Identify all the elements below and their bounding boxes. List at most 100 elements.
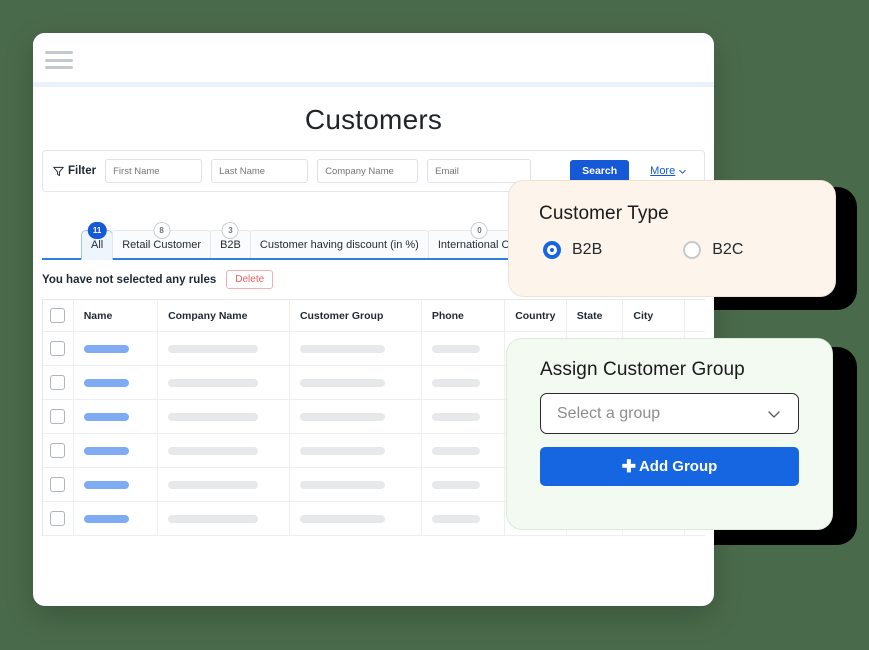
placeholder-bar: [83, 378, 129, 387]
placeholder-bar: [168, 412, 259, 421]
group-select-dropdown[interactable]: Select a group: [540, 393, 799, 434]
cell-customer-group: [290, 366, 422, 399]
first-name-input[interactable]: [105, 159, 203, 183]
email-input[interactable]: [427, 159, 532, 183]
cell-customer-group: [290, 502, 422, 535]
column-header-actions: [685, 300, 705, 331]
placeholder-bar: [299, 378, 385, 387]
cell-name: [74, 400, 159, 433]
cell-name: [74, 502, 159, 535]
filter-label: Filter: [53, 165, 96, 177]
column-header-customer-group[interactable]: Customer Group: [290, 300, 422, 331]
tab-customer-having-discount-label: Customer having discount (in %): [259, 238, 419, 251]
radio-b2b-indicator[interactable]: [543, 241, 561, 259]
row-checkbox[interactable]: [50, 409, 66, 424]
delete-button[interactable]: Delete: [226, 270, 274, 289]
tab-all[interactable]: 11 All: [81, 222, 114, 260]
rules-message: You have not selected any rules: [42, 273, 217, 286]
column-header-state[interactable]: State: [567, 300, 624, 331]
row-checkbox[interactable]: [50, 375, 66, 390]
cell-name: [74, 468, 159, 501]
plus-icon: ✚: [621, 457, 636, 476]
more-link-label: More: [650, 165, 676, 177]
page-title: Customers: [304, 104, 443, 135]
cell-customer-group: [290, 434, 422, 467]
cell-company-name: [158, 502, 290, 535]
tab-retail-customer-badge: 8: [153, 222, 171, 239]
cell-phone: [422, 468, 506, 501]
add-group-button-label: Add Group: [638, 458, 718, 475]
column-header-name[interactable]: Name: [74, 300, 159, 331]
radio-b2c-indicator[interactable]: [683, 241, 702, 259]
row-checkbox-cell: [43, 434, 74, 467]
tab-customer-having-discount[interactable]: Customer having discount (in %): [249, 230, 429, 258]
placeholder-bar: [168, 446, 259, 455]
row-checkbox-cell: [43, 468, 74, 501]
column-header-phone[interactable]: Phone: [422, 300, 506, 331]
placeholder-bar: [431, 344, 480, 353]
placeholder-bar: [431, 378, 480, 387]
tab-retail-customer-label: Retail Customer: [122, 238, 202, 251]
placeholder-bar: [299, 412, 385, 421]
tab-b2b-badge: 3: [221, 222, 239, 239]
cell-company-name: [158, 434, 290, 467]
filter-label-text: Filter: [68, 165, 97, 177]
cell-customer-group: [290, 332, 422, 365]
cell-customer-group: [290, 468, 422, 501]
placeholder-bar: [431, 412, 480, 421]
cell-company-name: [158, 400, 290, 433]
cell-phone: [422, 434, 506, 467]
placeholder-bar: [83, 480, 129, 489]
select-all-checkbox-cell: [43, 300, 74, 331]
placeholder-bar: [168, 514, 259, 523]
customer-type-card: Customer Type B2B B2C: [508, 180, 836, 297]
chevron-down-icon: [679, 169, 687, 174]
placeholder-bar: [431, 480, 480, 489]
add-group-button[interactable]: ✚ Add Group: [540, 447, 799, 486]
cell-company-name: [158, 332, 290, 365]
row-checkbox-cell: [43, 502, 74, 535]
placeholder-bar: [83, 344, 129, 353]
window-header: [33, 33, 714, 82]
cell-phone: [422, 366, 506, 399]
row-checkbox[interactable]: [50, 477, 66, 492]
hamburger-menu-icon[interactable]: [45, 50, 73, 70]
table-header-row: Name Company Name Customer Group Phone C…: [43, 300, 705, 332]
placeholder-bar: [299, 480, 385, 489]
placeholder-bar: [83, 446, 129, 455]
column-header-country[interactable]: Country: [505, 300, 567, 331]
column-header-city[interactable]: City: [623, 300, 686, 331]
last-name-input[interactable]: [211, 159, 309, 183]
placeholder-bar: [299, 344, 385, 353]
chevron-down-icon: [768, 410, 780, 418]
row-checkbox-cell: [43, 400, 74, 433]
cell-company-name: [158, 468, 290, 501]
cell-phone: [422, 400, 506, 433]
tab-b2b-label: B2B: [220, 238, 241, 251]
cell-name: [74, 332, 159, 365]
row-checkbox-cell: [43, 366, 74, 399]
select-all-checkbox[interactable]: [50, 308, 66, 323]
row-checkbox[interactable]: [50, 511, 66, 526]
tab-b2b[interactable]: 3 B2B: [210, 222, 251, 258]
customer-type-title: Customer Type: [539, 203, 669, 224]
placeholder-bar: [431, 514, 480, 523]
row-checkbox[interactable]: [50, 341, 66, 356]
company-name-input[interactable]: [317, 159, 419, 183]
placeholder-bar: [168, 378, 259, 387]
cell-company-name: [158, 366, 290, 399]
cell-phone: [422, 502, 506, 535]
column-header-company-name[interactable]: Company Name: [158, 300, 290, 331]
radio-option-b2b[interactable]: B2B: [543, 241, 602, 259]
radio-b2b-label: B2B: [572, 241, 603, 258]
more-link[interactable]: More: [650, 165, 687, 177]
tab-retail-customer[interactable]: 8 Retail Customer: [112, 222, 212, 258]
cell-name: [74, 434, 159, 467]
tab-all-label: All: [91, 239, 104, 251]
funnel-icon: [53, 166, 64, 176]
tab-international-customer-badge: 0: [470, 222, 488, 239]
assign-group-title: Assign Customer Group: [540, 359, 745, 380]
radio-option-b2c[interactable]: B2C: [683, 241, 743, 259]
cell-phone: [422, 332, 506, 365]
row-checkbox[interactable]: [50, 443, 66, 458]
